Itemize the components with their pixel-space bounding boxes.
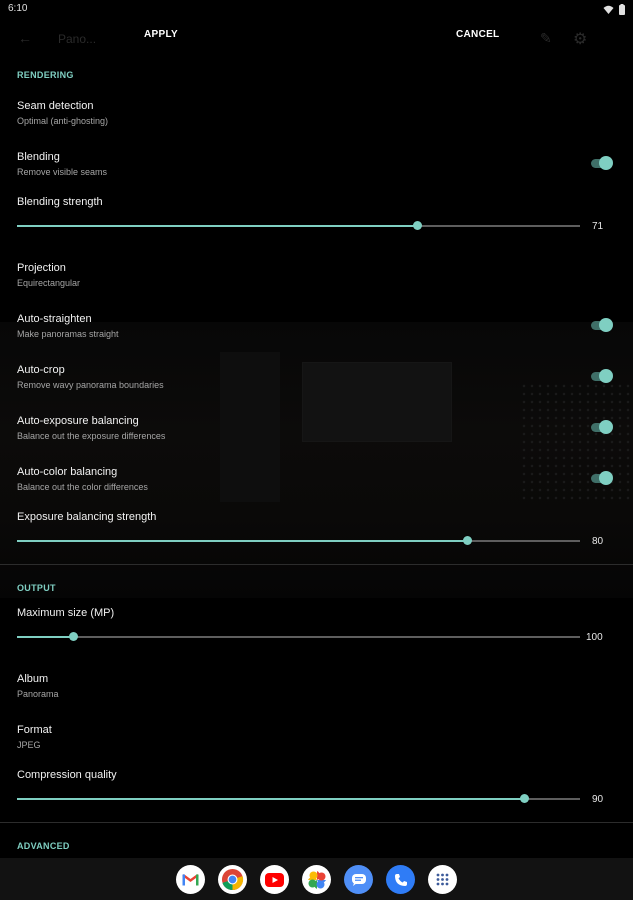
section-header-advanced: ADVANCED: [17, 841, 70, 851]
exposure-strength-value: 80: [592, 536, 604, 547]
auto-color-toggle[interactable]: [591, 471, 613, 485]
slider-knob[interactable]: [463, 536, 473, 545]
seam-detection-summary: Optimal (anti-ghosting): [17, 116, 109, 126]
auto-crop-summary: Remove wavy panorama boundaries: [17, 380, 164, 390]
compression-value: 90: [592, 794, 604, 805]
exposure-strength-title: Exposure balancing strength: [17, 511, 157, 523]
cancel-button[interactable]: CANCEL: [456, 29, 499, 40]
apply-button[interactable]: APPLY: [144, 29, 178, 40]
section-divider: [0, 822, 633, 823]
max-size-value: 100: [586, 632, 603, 643]
section-divider: [0, 564, 633, 565]
ghost-title: Pano...: [58, 32, 97, 46]
exposure-strength-slider[interactable]: [17, 535, 580, 547]
seam-detection-title[interactable]: Seam detection: [17, 100, 93, 112]
format-title[interactable]: Format: [17, 724, 52, 736]
blending-strength-title: Blending strength: [17, 196, 103, 208]
status-icons: [603, 4, 625, 15]
app-drawer-icon[interactable]: [428, 865, 457, 894]
max-size-slider[interactable]: [17, 631, 580, 643]
gear-icon: ⚙: [573, 31, 588, 48]
wifi-icon: [603, 5, 614, 14]
blending-toggle[interactable]: [591, 156, 613, 170]
section-header-output: OUTPUT: [17, 583, 56, 593]
album-title[interactable]: Album: [17, 673, 48, 685]
projection-title[interactable]: Projection: [17, 262, 66, 274]
auto-crop-toggle[interactable]: [591, 369, 613, 383]
blending-summary: Remove visible seams: [17, 167, 108, 177]
auto-straighten-toggle[interactable]: [591, 318, 613, 332]
auto-color-title[interactable]: Auto-color balancing: [17, 466, 117, 478]
auto-exposure-toggle[interactable]: [591, 420, 613, 434]
background-photo: [0, 322, 633, 598]
chrome-icon[interactable]: [218, 865, 247, 894]
max-size-title: Maximum size (MP): [17, 607, 115, 619]
slider-knob[interactable]: [69, 632, 79, 641]
navigation-dock: [0, 858, 633, 900]
blending-strength-slider[interactable]: [17, 220, 580, 232]
blending-title[interactable]: Blending: [17, 151, 60, 163]
action-bar: ← Pano... APPLY CANCEL ✎ ⚙: [0, 20, 633, 60]
album-summary: Panorama: [17, 689, 59, 699]
gmail-icon[interactable]: [176, 865, 205, 894]
auto-color-summary: Balance out the color differences: [17, 482, 148, 492]
section-header-rendering: RENDERING: [17, 70, 74, 80]
phone-icon[interactable]: [386, 865, 415, 894]
compression-title: Compression quality: [17, 769, 117, 781]
youtube-icon[interactable]: [260, 865, 289, 894]
auto-straighten-title[interactable]: Auto-straighten: [17, 313, 92, 325]
auto-exposure-title[interactable]: Auto-exposure balancing: [17, 415, 139, 427]
auto-straighten-summary: Make panoramas straight: [17, 329, 119, 339]
projection-summary: Equirectangular: [17, 278, 81, 288]
photos-icon[interactable]: [302, 865, 331, 894]
format-summary: JPEG: [17, 740, 41, 750]
auto-exposure-summary: Balance out the exposure differences: [17, 431, 166, 441]
blending-strength-value: 71: [592, 221, 604, 232]
slider-knob[interactable]: [519, 794, 529, 803]
slider-knob[interactable]: [412, 221, 422, 230]
battery-icon: [619, 4, 625, 15]
messages-icon[interactable]: [344, 865, 373, 894]
back-icon: ←: [18, 30, 32, 46]
compression-slider[interactable]: [17, 793, 580, 805]
edit-icon: ✎: [540, 30, 552, 46]
status-bar: 6:10: [0, 0, 633, 20]
status-time: 6:10: [8, 3, 28, 14]
auto-crop-title[interactable]: Auto-crop: [17, 364, 65, 376]
